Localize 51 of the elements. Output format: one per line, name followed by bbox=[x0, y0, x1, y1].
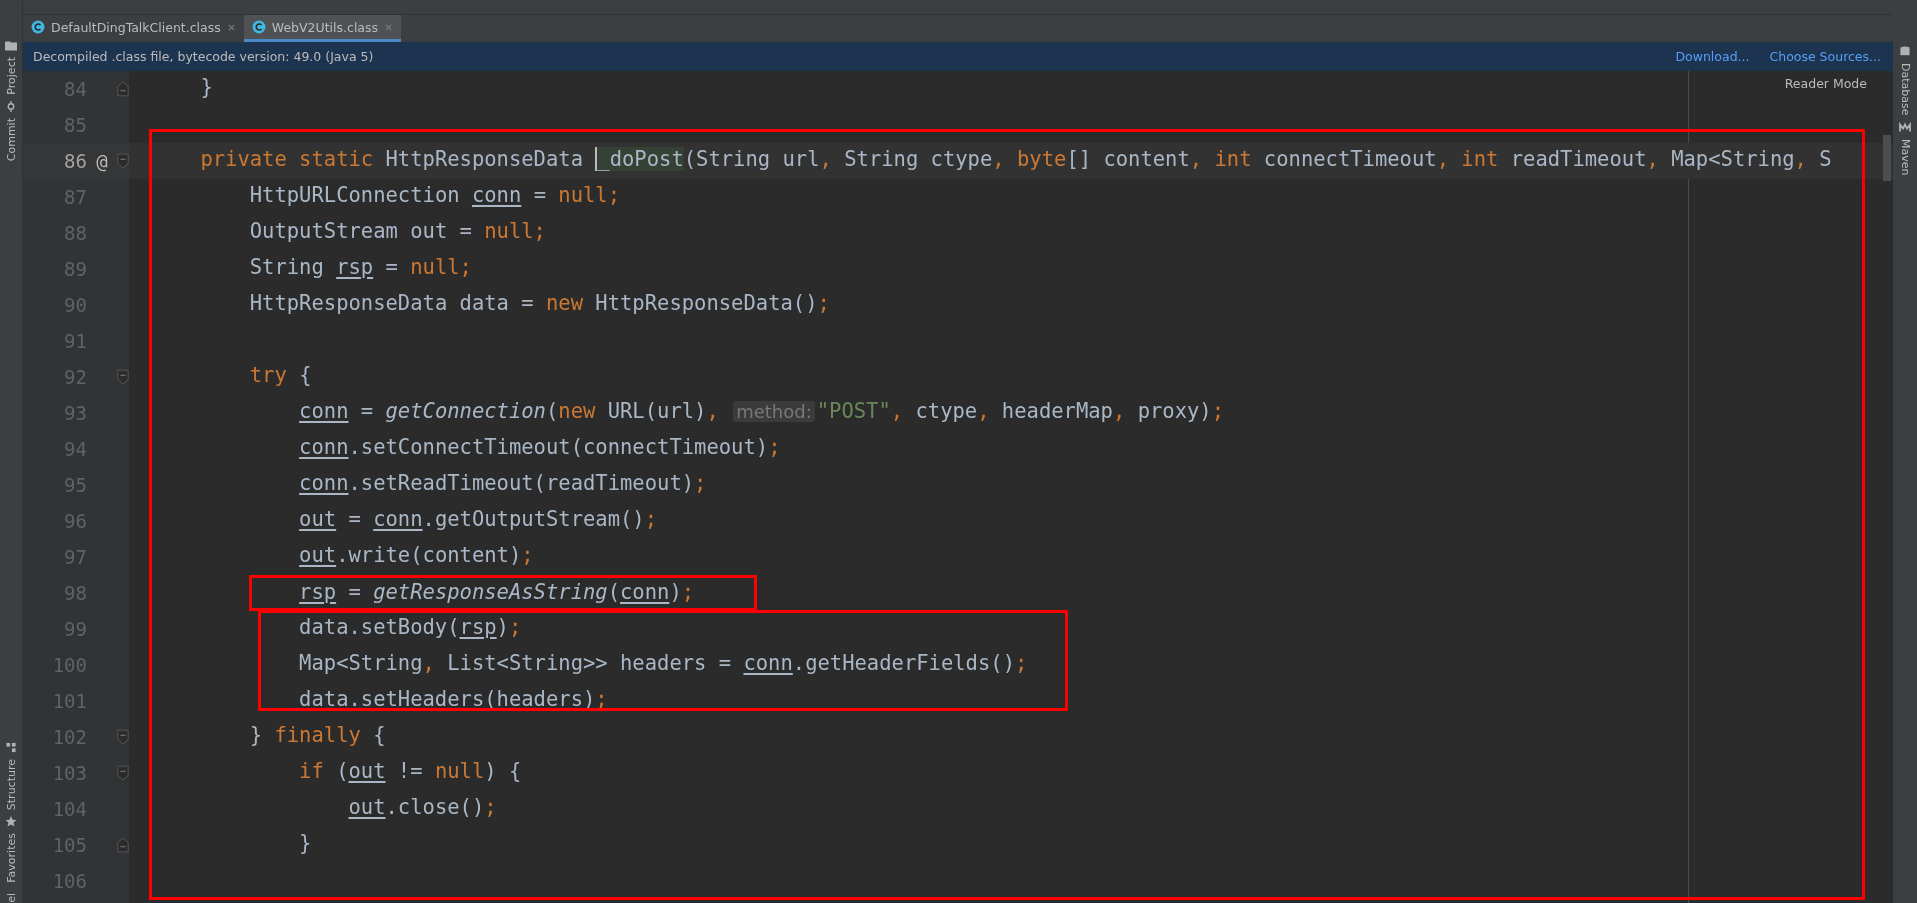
star-icon[interactable] bbox=[5, 816, 17, 828]
commit-icon[interactable] bbox=[5, 100, 17, 112]
code-line: out = conn.getOutputStream(); bbox=[299, 509, 658, 533]
code-line: String rsp = null; bbox=[249, 257, 472, 281]
close-icon[interactable] bbox=[226, 22, 236, 32]
code-line: conn.setConnectTimeout(connectTimeout); bbox=[299, 437, 781, 461]
tool-window-label[interactable]: Structure bbox=[4, 759, 18, 811]
fold-icon[interactable] bbox=[117, 765, 129, 781]
tool-window-label[interactable]: Maven bbox=[1898, 138, 1912, 175]
code-line: if (out != null) { bbox=[299, 761, 522, 785]
tool-window-label[interactable]: Database bbox=[1898, 63, 1912, 116]
file-tab[interactable]: DefaultDingTalkClient.class bbox=[23, 15, 244, 42]
tool-window-label[interactable]: Commit bbox=[4, 117, 18, 161]
code-line: } finally { bbox=[249, 725, 386, 749]
code-line: } bbox=[299, 833, 312, 857]
file-tab[interactable]: WebV2Utils.class bbox=[243, 15, 402, 42]
code-line: out.close(); bbox=[348, 797, 497, 821]
code-line: HttpResponseData data = new HttpResponseData(); bbox=[249, 293, 830, 317]
code-line: } bbox=[200, 77, 213, 101]
close-icon[interactable] bbox=[384, 22, 394, 32]
notice-link[interactable]: Download... bbox=[1675, 49, 1750, 64]
maven-icon[interactable] bbox=[1899, 121, 1911, 133]
structure-icon[interactable] bbox=[5, 742, 17, 754]
notice-link[interactable]: Choose Sources... bbox=[1769, 49, 1881, 64]
tool-window-label[interactable]: el bbox=[4, 893, 18, 903]
reader-mode-toggle[interactable]: Reader Mode bbox=[1784, 76, 1867, 91]
code-line: rsp = getResponseAsString(conn); bbox=[299, 582, 695, 604]
code-line: try { bbox=[249, 365, 312, 389]
code-line: HttpURLConnection conn = null; bbox=[249, 185, 621, 209]
database-icon[interactable] bbox=[1899, 46, 1911, 57]
line-number: 86 bbox=[63, 150, 87, 172]
code-line: conn.setReadTimeout(readTimeout); bbox=[299, 473, 707, 497]
code-line: out.write(content); bbox=[299, 545, 534, 569]
tool-window-label[interactable]: Favorites bbox=[4, 833, 18, 884]
fold-icon[interactable] bbox=[117, 729, 129, 745]
tool-window-label[interactable]: Project bbox=[4, 57, 18, 95]
scrollbar-thumb[interactable] bbox=[1883, 135, 1891, 181]
fold-icon[interactable] bbox=[117, 837, 129, 853]
code-line: private static HttpResponseData _doPost(String url, String ctype, byte[] content, int connectTimeout, int readTimeout, Map<String, S bbox=[200, 149, 1832, 173]
code-line: Map<String, List<String>> headers = conn.getHeaderFields(); bbox=[299, 653, 1028, 677]
fold-icon[interactable] bbox=[117, 81, 129, 97]
notice-text: Decompiled .class file, bytecode version: 49.0 (Java 5) bbox=[33, 49, 374, 64]
class-file-icon bbox=[251, 20, 266, 34]
code-line: data.setBody(rsp); bbox=[299, 617, 522, 641]
class-file-icon bbox=[31, 20, 45, 34]
fold-icon[interactable] bbox=[117, 369, 129, 385]
folder-icon[interactable] bbox=[5, 40, 17, 51]
code-line: conn = getConnection(new URL(url), method: "POST", ctype, headerMap, proxy); bbox=[299, 401, 1225, 425]
fold-icon[interactable] bbox=[117, 153, 129, 169]
override-marker[interactable]: @ bbox=[96, 150, 108, 172]
code-line: OutputStream out = null; bbox=[249, 221, 546, 245]
